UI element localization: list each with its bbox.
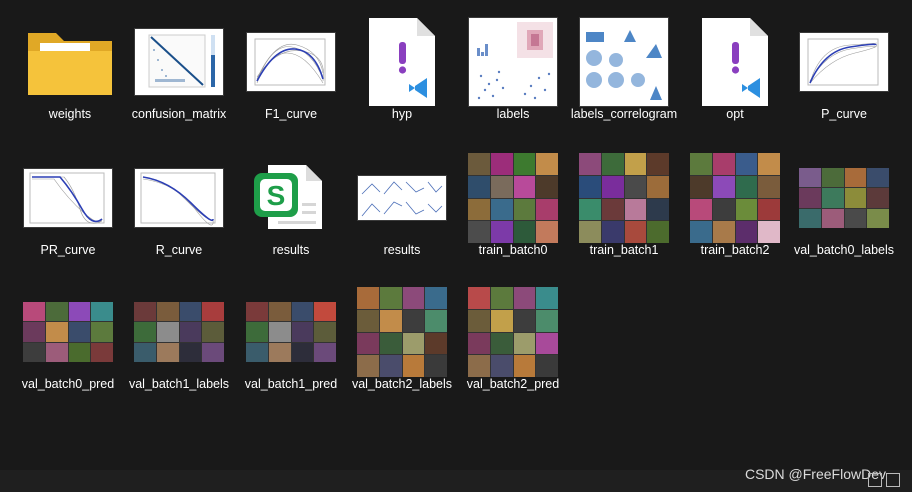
file-label: val_batch2_labels [351, 377, 453, 391]
image-thumbnail [570, 12, 678, 112]
image-thumbnail [125, 282, 233, 382]
file-label: labels_correlogram [570, 107, 678, 121]
vscode-file-icon [348, 12, 456, 112]
image-thumbnail [348, 282, 456, 382]
image-thumbnail [459, 12, 567, 112]
image-thumbnail [125, 12, 233, 112]
file-grid: weights confusion_matrix F1_curve hyp la… [0, 0, 900, 470]
file-label: val_batch1_labels [128, 377, 230, 391]
file-label: R_curve [155, 243, 203, 257]
file-label: labels [496, 107, 530, 121]
file-label: P_curve [821, 107, 867, 121]
folder-icon [16, 12, 124, 112]
file-label: val_batch2_pred [466, 377, 560, 391]
file-label: opt [726, 107, 744, 121]
file-label: PR_curve [40, 243, 96, 257]
file-label: val_batch0_pred [21, 377, 115, 391]
image-thumbnail [459, 282, 567, 382]
image-thumbnail [14, 282, 122, 382]
image-thumbnail [237, 282, 345, 382]
file-label: F1_curve [264, 107, 318, 121]
image-thumbnail [790, 148, 898, 248]
image-thumbnail [237, 12, 345, 112]
image-thumbnail [790, 12, 898, 112]
watermark: CSDN @FreeFlowDev [744, 466, 886, 482]
large-icons-view-button[interactable] [886, 473, 900, 487]
file-label: train_batch0 [478, 243, 548, 257]
image-thumbnail [348, 148, 456, 248]
spreadsheet-file-icon: S [237, 148, 345, 248]
file-label: val_batch0_labels [793, 243, 895, 257]
image-thumbnail [459, 148, 567, 248]
svg-text:S: S [267, 180, 286, 211]
vscode-file-icon [681, 12, 789, 112]
image-thumbnail [681, 148, 789, 248]
file-label: results [383, 243, 421, 257]
file-label: results [272, 243, 310, 257]
details-view-button[interactable] [868, 473, 882, 487]
file-label: weights [48, 107, 92, 121]
image-thumbnail [14, 148, 122, 248]
file-label: train_batch1 [589, 243, 659, 257]
file-label: confusion_matrix [131, 107, 227, 121]
file-label: train_batch2 [700, 243, 770, 257]
file-label: val_batch1_pred [244, 377, 338, 391]
image-thumbnail [570, 148, 678, 248]
file-label: hyp [391, 107, 413, 121]
image-thumbnail [125, 148, 233, 248]
